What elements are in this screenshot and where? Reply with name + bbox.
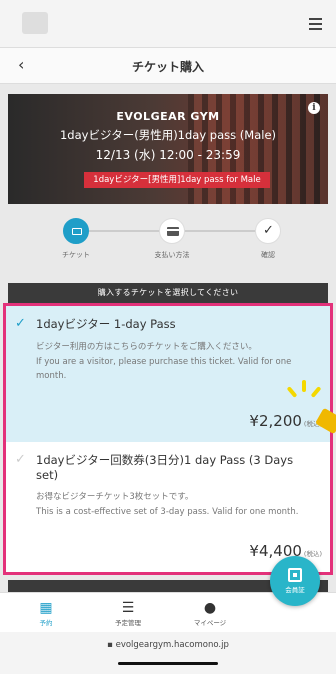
select-ticket-prompt: 購入するチケットを選択してください <box>8 283 328 303</box>
nav-schedule[interactable]: ☰ 予定管理 <box>98 599 158 627</box>
nav-mypage[interactable]: ● マイページ <box>180 599 240 627</box>
url-text[interactable]: ▪ evolgeargym.hacomono.jp <box>0 640 336 650</box>
step-label: 確認 <box>261 251 275 259</box>
ticket-icon <box>63 218 89 244</box>
list-icon: ☰ <box>121 600 135 616</box>
pass-name: 1dayビジター(男性用)1day pass (Male) <box>59 128 277 142</box>
ticket-name: 1dayビジター回数券(3日分)1 day Pass (3 Days set) <box>36 453 294 482</box>
nav-label: マイページ <box>193 619 227 627</box>
qr-code-icon <box>288 568 302 582</box>
step-label: チケット <box>62 251 90 259</box>
nav-label: 予約 <box>39 619 53 627</box>
pass-tag: 1dayビジター[男性用]1day pass for Male <box>84 172 270 188</box>
top-bar <box>0 0 336 48</box>
step-confirm: ✓ 確認 <box>238 218 298 260</box>
calendar-icon: ▦ <box>39 600 53 616</box>
tax-note: (税込) <box>303 550 322 558</box>
browser-url-bar: ▪ evolgeargym.hacomono.jp <box>0 632 336 674</box>
home-indicator[interactable] <box>118 662 218 665</box>
info-icon[interactable]: i <box>308 102 320 114</box>
member-card-button[interactable]: 会員証 <box>270 556 320 606</box>
payment-card-icon <box>159 218 185 244</box>
user-icon: ● <box>203 600 217 616</box>
ticket-list: ✓ 1dayビジター 1-day Pass ビジター利用の方はこちらのチケットを… <box>3 303 333 575</box>
step-ticket: チケット <box>46 218 106 260</box>
event-banner: EVOLGEAR GYM 1dayビジター(男性用)1day pass (Mal… <box>8 94 328 204</box>
page-title: チケット購入 <box>131 60 204 74</box>
logo[interactable] <box>22 12 48 34</box>
ticket-description-jp: お得なビジターチケット3枚セットです。 <box>36 492 194 502</box>
step-payment: 支払い方法 <box>142 218 202 260</box>
nav-label: 予定管理 <box>115 619 141 627</box>
ticket-description-jp: ビジター利用の方はこちらのチケットをご購入ください。 <box>36 342 257 352</box>
check-icon: ✓ <box>255 218 281 244</box>
ticket-option-1day[interactable]: ✓ 1dayビジター 1-day Pass ビジター利用の方はこちらのチケットを… <box>6 306 330 442</box>
nav-reserve[interactable]: ▦ 予約 <box>16 599 76 627</box>
ticket-name: 1dayビジター 1-day Pass <box>36 317 176 331</box>
ticket-option-3day[interactable]: ✓ 1dayビジター回数券(3日分)1 day Pass (3 Days set… <box>6 442 330 572</box>
url-value: evolgeargym.hacomono.jp <box>115 640 229 650</box>
pass-date-time: 12/13 (水) 12:00 - 23:59 <box>95 148 241 162</box>
hamburger-icon[interactable] <box>309 18 322 30</box>
selected-check-icon: ✓ <box>15 316 26 331</box>
gym-name: EVOLGEAR GYM <box>116 110 220 123</box>
step-label: 支払い方法 <box>154 251 190 259</box>
unselected-check-icon: ✓ <box>15 452 26 467</box>
lock-icon: ▪ <box>107 640 116 650</box>
ticket-description-en: If you are a visitor, please purchase th… <box>36 356 292 382</box>
progress-steps: チケット 支払い方法 ✓ 確認 <box>0 212 336 272</box>
ticket-description-en: This is a cost-effective set of 3-day pa… <box>36 506 299 517</box>
title-bar: ‹ チケット購入 <box>0 48 336 84</box>
member-card-label: 会員証 <box>285 586 305 594</box>
